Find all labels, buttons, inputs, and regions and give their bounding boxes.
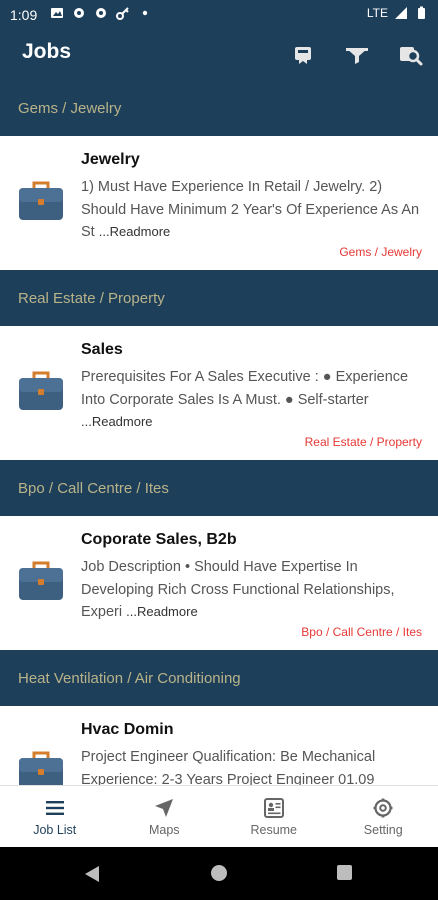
nav-setting[interactable]: Setting <box>329 786 438 847</box>
job-description: 1) Must Have Experience In Retail / Jewe… <box>81 179 420 240</box>
section-title: Bpo / Call Centre / Ites <box>18 479 169 497</box>
status-time: 1:09 <box>10 7 38 23</box>
app-bar: Jobs <box>0 30 438 80</box>
dot-notification-icon <box>142 10 148 16</box>
job-card[interactable]: Coporate Sales, B2b Job Description • Sh… <box>0 516 438 650</box>
settings-notification-icon <box>74 8 84 18</box>
job-description: Job Description • Should Have Expertise … <box>81 559 395 620</box>
gallery-notification-icon <box>51 8 63 18</box>
search-icon <box>400 47 423 66</box>
job-description: Prerequisites For A Sales Executive : ● … <box>81 369 409 429</box>
signal-icon <box>395 7 407 19</box>
battery-icon <box>418 6 425 19</box>
page-title: Jobs <box>22 40 72 63</box>
filter-icon <box>346 48 368 64</box>
job-category: Real Estate / Property <box>304 435 422 449</box>
navigation-arrow-icon <box>155 798 174 817</box>
job-list[interactable]: Gems / Jewelry Jewelry 1) Must Have Expe… <box>0 80 438 785</box>
system-navigation-bar <box>0 847 438 900</box>
nav-label: Job List <box>33 822 77 837</box>
gear-icon <box>373 798 393 817</box>
job-title: Hvac Domin <box>81 721 174 738</box>
briefcase-icon <box>19 371 63 410</box>
status-bar: 1:09 LTE <box>0 0 438 30</box>
job-card[interactable]: Hvac Domin Project Engineer Qualificatio… <box>0 706 438 785</box>
key-notification-icon <box>116 7 129 20</box>
job-card[interactable]: Jewelry 1) Must Have Experience In Retai… <box>0 136 438 270</box>
settings-notification-icon-2 <box>96 8 106 18</box>
job-title: Jewelry <box>81 151 140 168</box>
nav-maps[interactable]: Maps <box>110 786 220 847</box>
readmore-link[interactable]: ...Readmore <box>81 414 153 429</box>
job-title: Sales <box>81 341 123 358</box>
nav-job-list[interactable]: Job List <box>0 786 110 847</box>
nav-label: Resume <box>250 822 298 837</box>
briefcase-icon <box>19 561 63 600</box>
section-title: Gems / Jewelry <box>18 99 122 117</box>
section-title: Heat Ventilation / Air Conditioning <box>18 669 241 687</box>
nav-resume[interactable]: Resume <box>219 786 329 847</box>
recents-icon[interactable] <box>337 865 352 880</box>
bookmark-button[interactable] <box>290 42 316 68</box>
bookmark-icon <box>295 47 311 64</box>
filter-button[interactable] <box>344 42 370 68</box>
job-description: Project Engineer Qualification: Be Mecha… <box>81 749 376 785</box>
job-card[interactable]: Sales Prerequisites For A Sales Executiv… <box>0 326 438 460</box>
readmore-link[interactable]: ...Readmore <box>126 604 198 619</box>
job-title: Coporate Sales, B2b <box>81 531 237 548</box>
section-title: Real Estate / Property <box>18 289 165 307</box>
network-type: LTE <box>366 6 388 20</box>
resume-icon <box>263 797 284 818</box>
bottom-navigation: Job List Maps Resume Setting <box>0 785 438 847</box>
job-category: Bpo / Call Centre / Ites <box>301 625 422 639</box>
briefcase-icon <box>19 181 63 220</box>
nav-label: Maps <box>148 822 180 837</box>
back-icon[interactable] <box>84 865 100 883</box>
nav-label: Setting <box>363 822 403 837</box>
job-category: Gems / Jewelry <box>339 245 422 259</box>
readmore-link[interactable]: ...Readmore <box>99 224 171 239</box>
section-header: Heat Ventilation / Air Conditioning <box>0 650 438 706</box>
search-button[interactable] <box>398 42 424 68</box>
section-header: Bpo / Call Centre / Ites <box>0 460 438 516</box>
section-header: Gems / Jewelry <box>0 80 438 136</box>
home-icon[interactable] <box>211 865 227 881</box>
briefcase-icon <box>19 751 63 785</box>
section-header: Real Estate / Property <box>0 270 438 326</box>
list-icon <box>45 800 64 815</box>
